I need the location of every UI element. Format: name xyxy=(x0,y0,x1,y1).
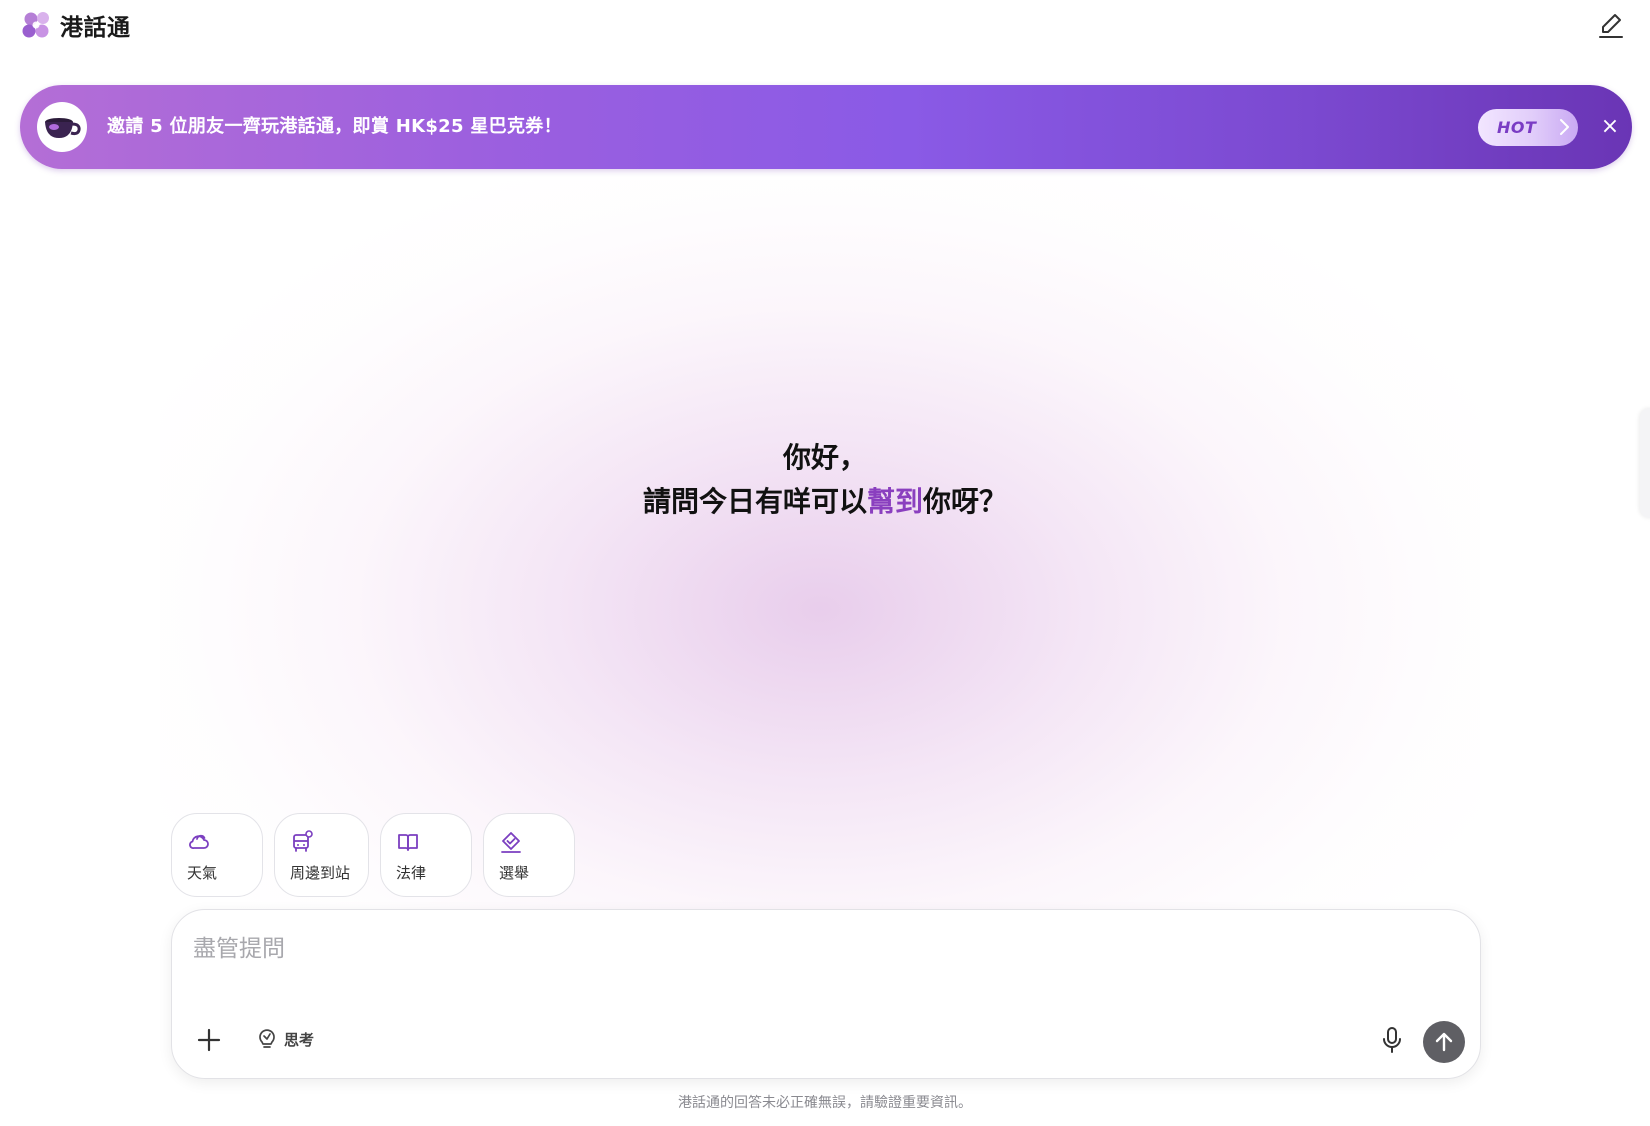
coffee-cup-icon xyxy=(45,118,81,138)
send-button[interactable] xyxy=(1423,1021,1465,1063)
banner-avatar xyxy=(37,102,87,152)
weather-cloud-icon xyxy=(189,834,209,849)
message-input[interactable] xyxy=(191,928,1295,970)
background-glow xyxy=(160,180,1480,920)
message-composer: 思考 xyxy=(171,909,1481,1079)
flower-logo-icon xyxy=(22,12,49,38)
book-icon xyxy=(398,834,418,851)
new-chat-edit-button[interactable] xyxy=(1594,8,1628,42)
ballot-check-icon xyxy=(501,832,521,853)
chip-label: 天氣 xyxy=(187,864,218,882)
hot-badge-button[interactable]: HOT xyxy=(1478,109,1578,146)
chip-election[interactable]: 選舉 xyxy=(483,813,575,897)
greeting-line-1: 你好， xyxy=(782,441,867,474)
attach-plus-button[interactable] xyxy=(195,1026,223,1054)
bus-icon xyxy=(293,830,313,852)
voice-input-button[interactable] xyxy=(1379,1025,1405,1055)
hot-label: HOT xyxy=(1497,118,1537,137)
think-lightbulb-icon xyxy=(259,1029,275,1048)
banner-text: 邀請 5 位朋友一齊玩港話通，即賞 HK$25 星巴克券！ xyxy=(107,116,562,137)
chip-label: 法律 xyxy=(396,864,427,882)
think-toggle-button[interactable]: 思考 xyxy=(256,1024,314,1054)
promo-banner[interactable]: 邀請 5 位朋友一齊玩港話通，即賞 HK$25 星巴克券！ HOT × xyxy=(20,85,1632,169)
disclaimer-text: 港話通的回答未必正確無誤，請驗證重要資訊。 xyxy=(678,1095,972,1111)
chip-label: 選舉 xyxy=(499,864,530,882)
quick-action-chips: 天氣 周邊到站 法律 選舉 xyxy=(171,813,575,897)
app-title: 港話通 xyxy=(60,15,131,41)
microphone-icon xyxy=(1383,1027,1401,1053)
greeting: 你好， 請問今日有咩可以幫到你呀？ xyxy=(0,436,1650,524)
greeting-accent-text: 幫到 xyxy=(866,485,923,518)
chevron-right-icon xyxy=(1560,119,1569,135)
header: 港話通 xyxy=(0,0,1650,50)
chip-law[interactable]: 法律 xyxy=(380,813,472,897)
edit-pencil-icon xyxy=(1599,14,1623,38)
greeting-line-2: 請問今日有咩可以幫到你呀？ xyxy=(0,480,1650,524)
think-label: 思考 xyxy=(284,1030,315,1049)
side-panel-tab[interactable] xyxy=(1640,408,1650,518)
greeting-text-before: 請問今日有咩可以 xyxy=(642,485,867,518)
chip-nearby-stops[interactable]: 周邊到站 xyxy=(274,813,369,897)
greeting-text-after: 你呀？ xyxy=(923,485,1008,518)
chip-label: 周邊到站 xyxy=(290,864,351,882)
page: 港話通 邀請 5 位朋友一齊玩港話通，即賞 HK$25 星巴克券！ HOT × … xyxy=(0,0,1650,1126)
plus-icon xyxy=(197,1028,221,1052)
logo[interactable]: 港話通 xyxy=(20,8,131,42)
banner-close-button[interactable]: × xyxy=(1595,112,1625,142)
arrow-up-icon xyxy=(1435,1032,1453,1052)
chip-weather[interactable]: 天氣 xyxy=(171,813,263,897)
